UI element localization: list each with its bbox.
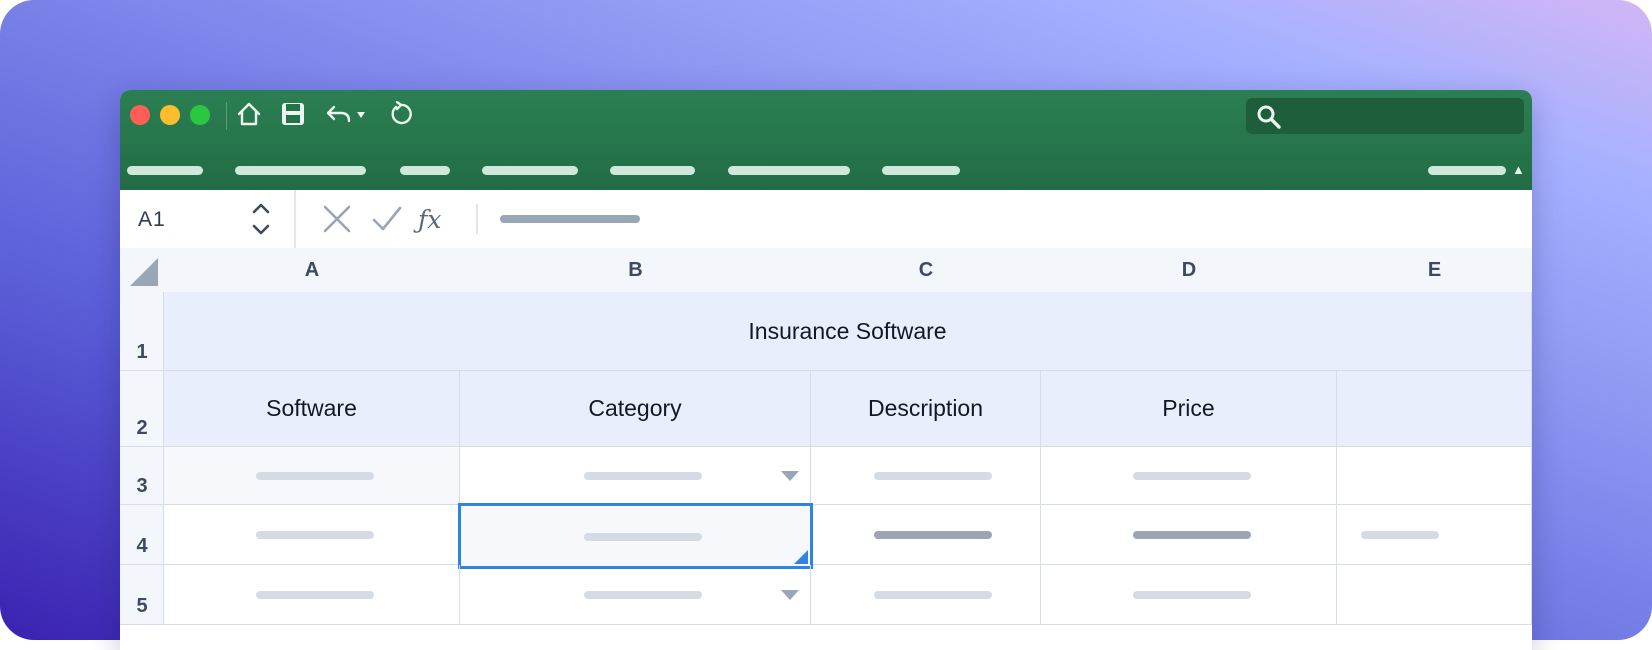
column-header-d[interactable]: D — [1041, 248, 1338, 293]
maximize-window-button[interactable] — [190, 105, 210, 125]
header-label: Software — [266, 395, 357, 421]
minimize-window-button[interactable] — [160, 105, 180, 125]
ribbon: ▲ — [120, 90, 1532, 190]
table-cell[interactable] — [811, 447, 1041, 505]
table-cell[interactable] — [164, 447, 460, 505]
menu-item[interactable] — [882, 166, 960, 175]
sheet-title-cell[interactable]: Insurance Software — [164, 292, 1532, 371]
menu-item[interactable] — [728, 166, 850, 175]
table-cell[interactable] — [1041, 447, 1337, 505]
table-cell[interactable] — [811, 565, 1041, 625]
menu-item[interactable] — [482, 166, 578, 175]
sheet-grid: A B C D E 1 2 3 4 5 Insurance Software S… — [120, 248, 1532, 650]
table-cell[interactable] — [811, 505, 1041, 565]
table-cell[interactable] — [1337, 505, 1532, 565]
undo-icon[interactable] — [324, 98, 372, 130]
table-cell[interactable] — [164, 505, 460, 565]
table-cell[interactable] — [1337, 565, 1532, 625]
table-cell[interactable] — [460, 565, 811, 625]
header-label: Price — [1162, 395, 1215, 421]
toolbar-divider — [226, 102, 227, 130]
selected-cell[interactable] — [458, 503, 813, 569]
row-number: 5 — [136, 595, 148, 617]
formula-divider — [476, 204, 478, 234]
row-number: 2 — [136, 417, 148, 439]
header-cell-description[interactable]: Description — [811, 371, 1041, 447]
row-header-4[interactable]: 4 — [120, 505, 164, 565]
search-icon — [1257, 105, 1281, 129]
header-cell-category[interactable]: Category — [460, 371, 811, 447]
row-number: 1 — [136, 341, 148, 363]
menu-item[interactable] — [235, 166, 366, 175]
table-cell[interactable] — [1041, 505, 1337, 565]
column-header-c[interactable]: C — [811, 248, 1042, 293]
column-header-a[interactable]: A — [164, 248, 461, 293]
chevron-up-down-icon[interactable] — [250, 202, 272, 236]
dropdown-arrow-icon[interactable] — [781, 471, 799, 481]
row-number: 3 — [136, 475, 148, 497]
column-header-e[interactable]: E — [1337, 248, 1532, 293]
header-cell-price[interactable]: Price — [1041, 371, 1337, 447]
header-label: Description — [867, 395, 984, 421]
row-header-3[interactable]: 3 — [120, 447, 164, 505]
home-icon[interactable] — [232, 98, 266, 130]
header-cell-software[interactable]: Software — [164, 371, 460, 447]
row-header-1[interactable]: 1 — [120, 292, 164, 371]
menu-item[interactable] — [1428, 166, 1506, 175]
column-header-b[interactable]: B — [460, 248, 812, 293]
select-all-button[interactable] — [120, 248, 165, 293]
save-icon[interactable] — [276, 98, 310, 130]
search-input[interactable] — [1246, 98, 1524, 134]
menu-item[interactable] — [610, 166, 695, 175]
name-box[interactable]: A1 — [120, 190, 296, 248]
fill-handle[interactable] — [794, 550, 808, 564]
formula-input[interactable] — [500, 215, 640, 223]
table-cell[interactable] — [1041, 565, 1337, 625]
spreadsheet-window: ▲ A1 ƒx A B C D E 1 2 3 4 5 Insurance So… — [120, 90, 1532, 650]
function-icon[interactable]: ƒx — [418, 205, 441, 234]
refresh-icon[interactable] — [384, 98, 418, 130]
collapse-ribbon-icon[interactable]: ▲ — [1512, 162, 1525, 177]
check-icon[interactable] — [370, 202, 404, 236]
header-label: Category — [588, 395, 682, 421]
header-cell-e[interactable] — [1337, 371, 1532, 447]
close-window-button[interactable] — [130, 105, 150, 125]
dropdown-arrow-icon[interactable] — [781, 590, 799, 600]
name-box-value: A1 — [138, 208, 166, 231]
table-cell[interactable] — [164, 565, 460, 625]
sheet-title: Insurance Software — [748, 317, 947, 344]
menu-item[interactable] — [127, 166, 203, 175]
row-header-2[interactable]: 2 — [120, 371, 164, 447]
table-cell[interactable] — [1337, 447, 1532, 505]
close-icon[interactable] — [320, 202, 354, 236]
menu-item[interactable] — [400, 166, 450, 175]
formula-bar: A1 ƒx — [120, 190, 1532, 250]
row-number: 4 — [136, 535, 148, 557]
table-cell[interactable] — [460, 447, 811, 505]
row-header-5[interactable]: 5 — [120, 565, 164, 625]
